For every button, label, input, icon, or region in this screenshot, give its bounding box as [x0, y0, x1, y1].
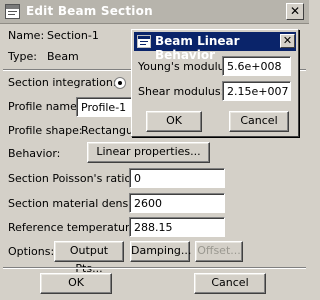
profile-shape-label: Profile shape:	[8, 124, 83, 137]
ok-button[interactable]: OK	[40, 273, 112, 294]
cancel-button[interactable]: Cancel	[194, 273, 266, 294]
profile-name-select[interactable]: Profile-1	[76, 97, 134, 117]
window-icon	[137, 35, 151, 48]
material-density-label: Section material density:	[8, 197, 146, 210]
shear-modulus-input[interactable]: 2.15e+007	[222, 81, 291, 101]
popup-close-button[interactable]: ✕	[280, 34, 295, 48]
type-label: Type:	[8, 50, 37, 63]
close-button[interactable]: ✕	[286, 3, 304, 20]
offset-button[interactable]: Offset...	[195, 241, 243, 262]
material-density-input[interactable]: 2600	[129, 193, 225, 213]
options-label: Options:	[8, 245, 55, 258]
name-value: Section-1	[47, 29, 99, 42]
poisson-ratio-label: Section Poisson's ratio:	[8, 172, 135, 185]
linear-properties-button[interactable]: Linear properties...	[87, 142, 210, 163]
dialog-title-bar[interactable]: Edit Beam Section ✕	[0, 0, 309, 24]
poisson-ratio-input[interactable]: 0	[129, 168, 225, 188]
section-integration-radio[interactable]	[114, 77, 126, 89]
dialog-title: Edit Beam Section	[26, 4, 153, 18]
popup-cancel-button[interactable]: Cancel	[229, 111, 289, 132]
behavior-label: Behavior:	[8, 147, 61, 160]
profile-name-label: Profile name:	[8, 100, 81, 113]
reference-temperature-input[interactable]: 288.15	[129, 217, 225, 237]
popup-title-bar[interactable]: Beam Linear Behavior ✕	[134, 32, 296, 62]
beam-linear-behavior-dialog: Beam Linear Behavior ✕ Young's modulus: …	[131, 29, 299, 137]
youngs-modulus-label: Young's modulus:	[138, 60, 235, 73]
output-pts-button[interactable]: Output Pts...	[54, 241, 124, 275]
shear-modulus-label: Shear modulus:	[138, 85, 225, 98]
section-integration-label: Section integration:	[8, 76, 117, 89]
youngs-modulus-input[interactable]: 5.6e+008	[222, 56, 291, 76]
type-value: Beam	[47, 50, 79, 63]
window-icon	[5, 4, 20, 19]
name-label: Name:	[8, 29, 45, 42]
footer-separator	[3, 267, 306, 269]
damping-button[interactable]: Damping...	[130, 241, 191, 262]
popup-ok-button[interactable]: OK	[146, 111, 202, 132]
reference-temperature-label: Reference temperature:	[8, 221, 140, 234]
profile-shape-value: Rectangul	[81, 124, 136, 137]
